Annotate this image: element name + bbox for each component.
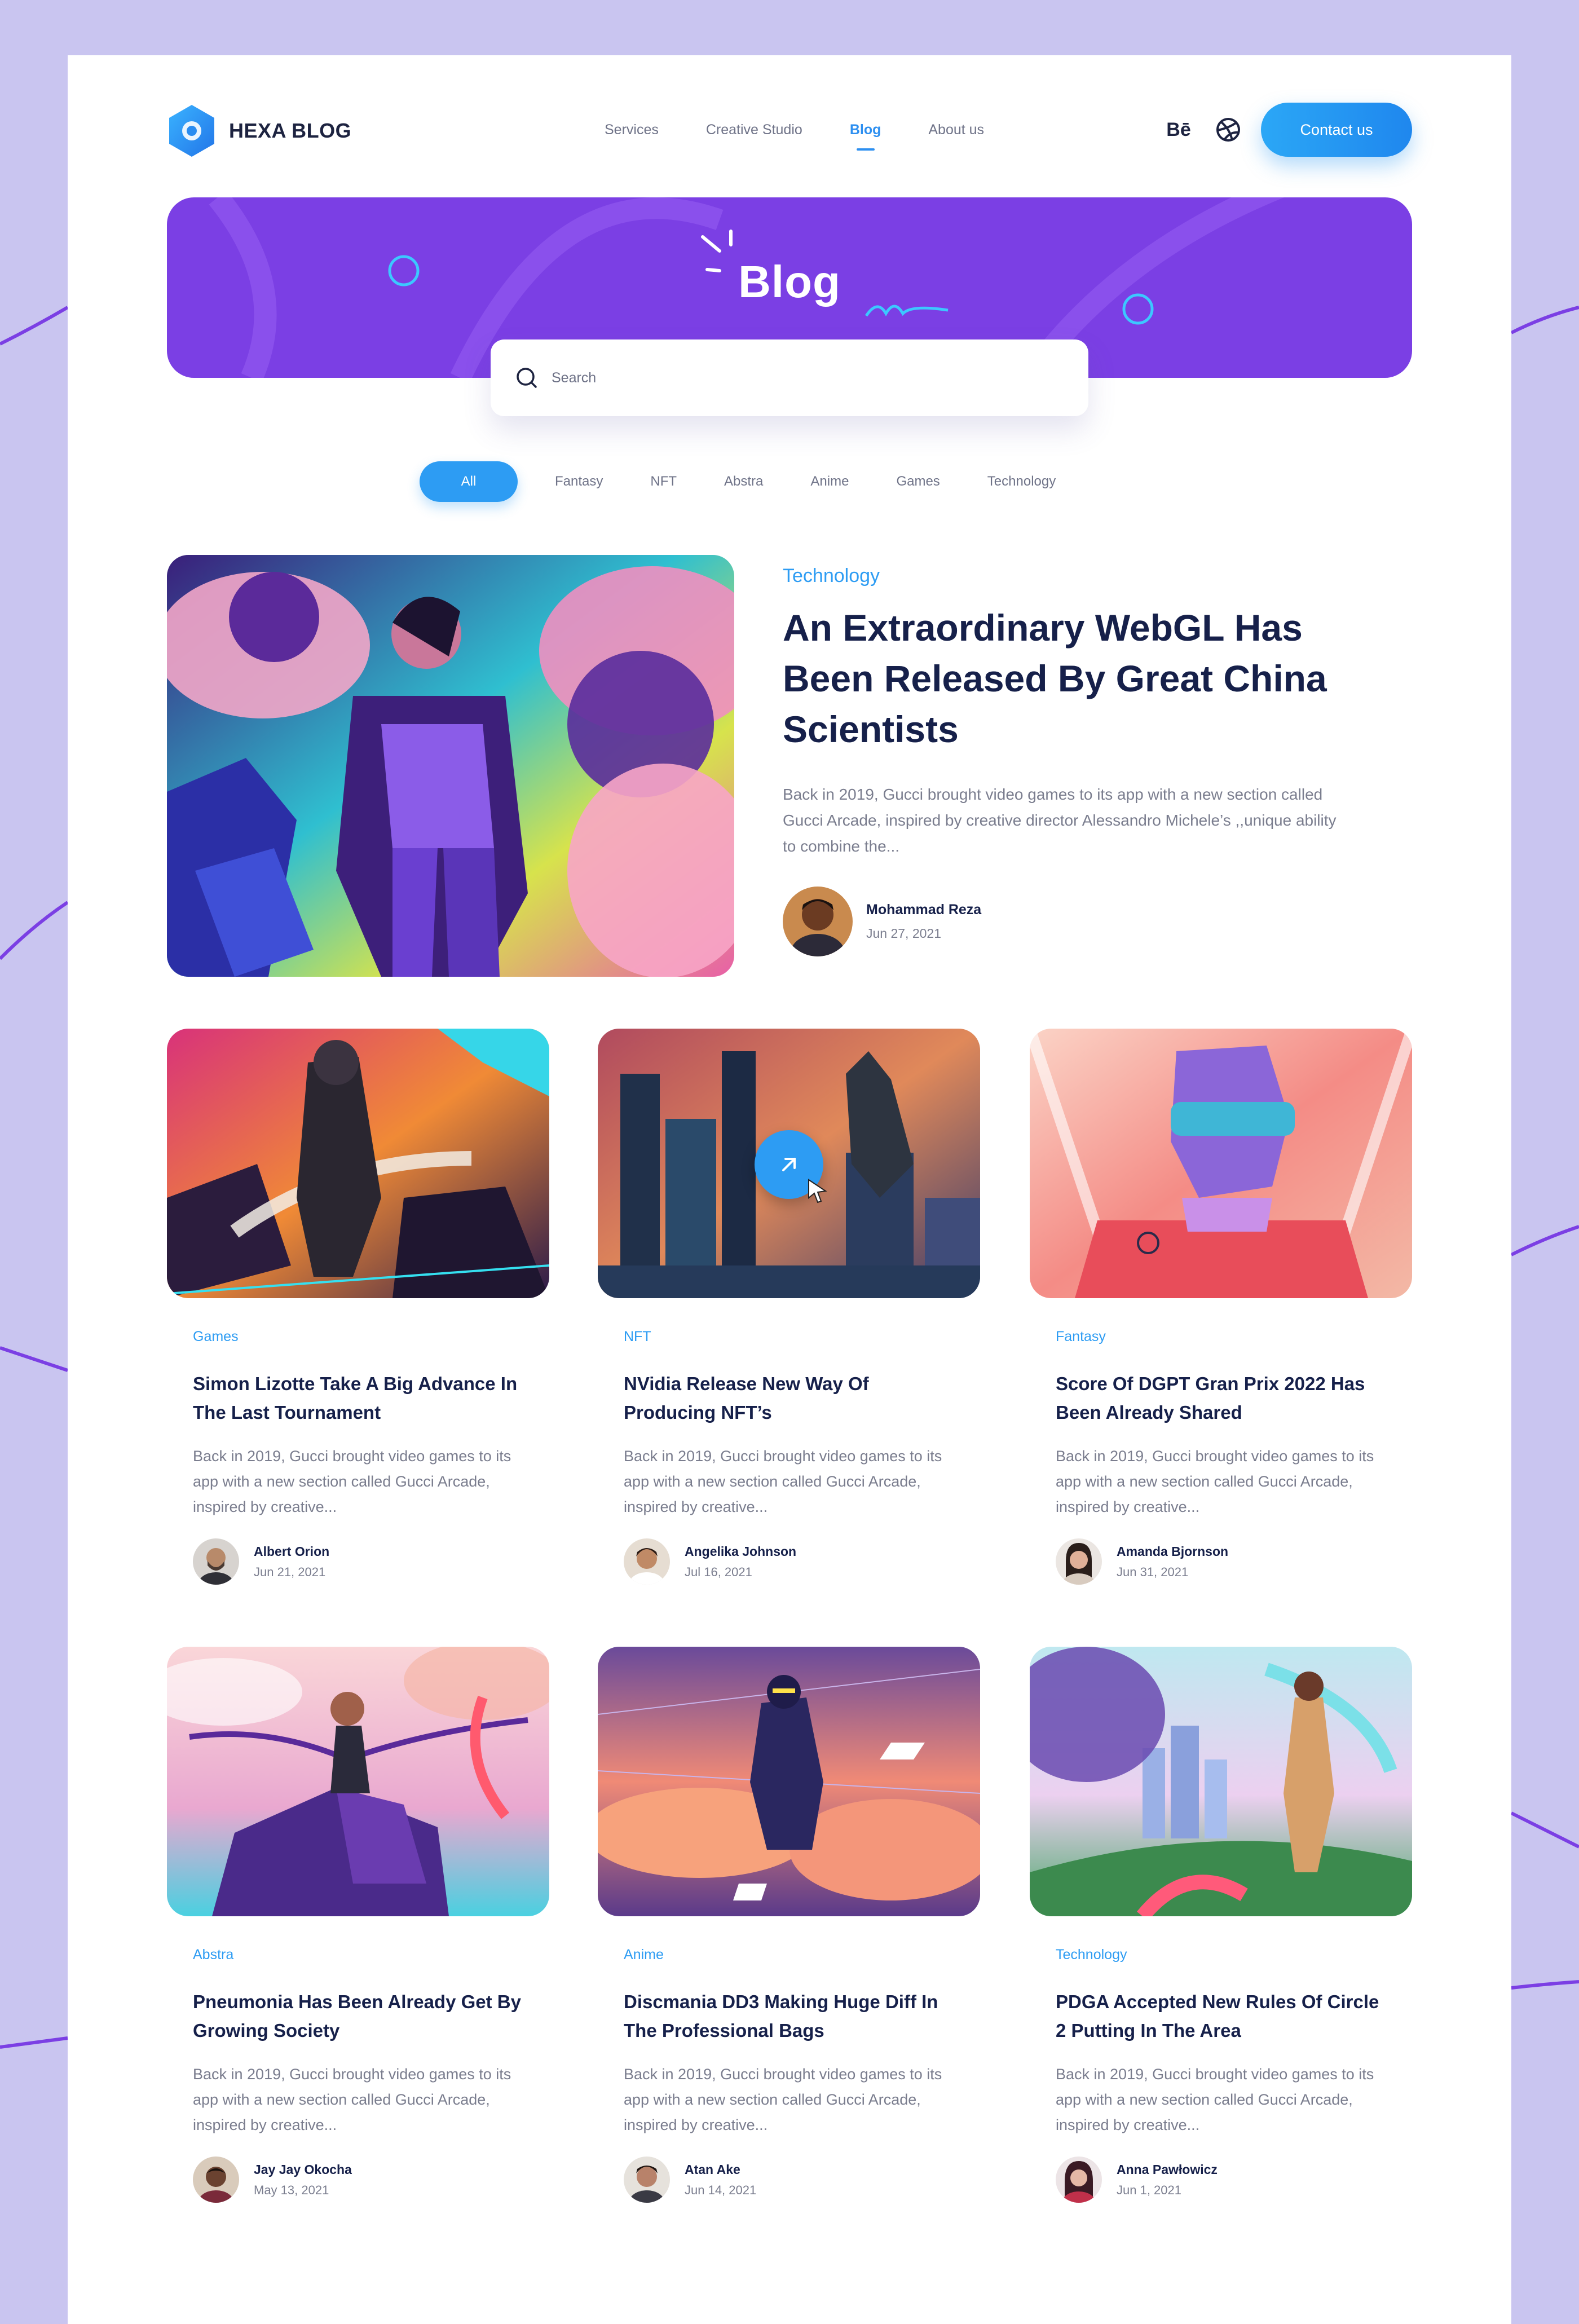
author-name: Anna Pawłowicz — [1117, 2162, 1218, 2177]
post-category[interactable]: Abstra — [193, 1947, 233, 1963]
post-image[interactable] — [598, 1029, 980, 1298]
post-image[interactable] — [598, 1647, 980, 1916]
page-container: HEXA BLOG Services Creative Studio Blog … — [68, 55, 1511, 2324]
avatar — [1056, 2157, 1102, 2203]
post-image[interactable] — [1030, 1029, 1412, 1298]
post-date: May 13, 2021 — [254, 2182, 329, 2197]
avatar — [624, 1538, 670, 1585]
behance-icon[interactable]: Bē — [1163, 114, 1194, 145]
search-bar[interactable] — [491, 339, 1088, 416]
avatar — [193, 1538, 239, 1585]
brand-logo[interactable]: HEXA BLOG — [167, 104, 351, 158]
author-name: Atan Ake — [685, 2162, 740, 2177]
author-name: Albert Orion — [254, 1544, 330, 1559]
search-input[interactable] — [552, 369, 1059, 386]
brand-name: HEXA BLOG — [229, 119, 352, 142]
filter-nft[interactable]: NFT — [650, 474, 677, 490]
main-nav: Services Creative Studio Blog About us — [605, 122, 1031, 151]
post-title[interactable]: NVidia Release New Way Of Producing NFT’… — [624, 1369, 962, 1427]
post-image[interactable] — [167, 1647, 549, 1916]
post-card[interactable]: Technology PDGA Accepted New Rules Of Ci… — [1030, 1647, 1412, 2233]
featured-author: Mohammad Reza Jun 27, 2021 — [783, 887, 981, 956]
post-card[interactable]: NFT NVidia Release New Way Of Producing … — [598, 1029, 980, 1615]
dribbble-icon[interactable] — [1212, 114, 1244, 145]
post-excerpt: Back in 2019, Gucci brought video games … — [624, 1448, 942, 1515]
post-date: Jun 14, 2021 — [685, 2182, 757, 2197]
filter-technology[interactable]: Technology — [987, 474, 1056, 490]
avatar — [783, 887, 853, 956]
post-image[interactable] — [167, 1029, 549, 1298]
post-excerpt: Back in 2019, Gucci brought video games … — [1056, 2066, 1374, 2133]
post-image[interactable] — [1030, 1647, 1412, 1916]
mouse-cursor-icon — [808, 1179, 827, 1203]
post-excerpt: Back in 2019, Gucci brought video games … — [193, 2066, 511, 2133]
filter-fantasy[interactable]: Fantasy — [555, 474, 603, 490]
avatar — [1056, 1538, 1102, 1585]
featured-post-image[interactable] — [167, 555, 734, 977]
nav-creative-studio[interactable]: Creative Studio — [706, 122, 802, 138]
post-title[interactable]: Score Of DGPT Gran Prix 2022 Has Been Al… — [1056, 1369, 1394, 1427]
post-category[interactable]: Anime — [624, 1947, 664, 1963]
featured-excerpt: Back in 2019, Gucci brought video games … — [783, 786, 1337, 855]
search-icon — [517, 368, 537, 388]
filter-games[interactable]: Games — [896, 474, 940, 490]
post-title[interactable]: Pneumonia Has Been Already Get By Growin… — [193, 1987, 531, 2045]
post-card[interactable]: Games Simon Lizotte Take A Big Advance I… — [167, 1029, 549, 1615]
post-category[interactable]: Fantasy — [1056, 1329, 1106, 1345]
hexagon-logo-icon — [169, 105, 214, 157]
featured-title[interactable]: An Extraordinary WebGL Has Been Released… — [783, 602, 1347, 755]
post-excerpt: Back in 2019, Gucci brought video games … — [1056, 1448, 1374, 1515]
post-author: Amanda Bjornson Jun 31, 2021 — [1056, 1538, 1228, 1585]
post-card[interactable]: Anime Discmania DD3 Making Huge Diff In … — [598, 1647, 980, 2233]
nav-services[interactable]: Services — [605, 122, 659, 138]
filter-all[interactable]: All — [420, 461, 518, 502]
post-author: Jay Jay Okocha May 13, 2021 — [193, 2157, 352, 2203]
hero-title: Blog — [738, 257, 841, 307]
post-card[interactable]: Abstra Pneumonia Has Been Already Get By… — [167, 1647, 549, 2233]
post-title[interactable]: PDGA Accepted New Rules Of Circle 2 Putt… — [1056, 1987, 1394, 2045]
post-date: Jun 31, 2021 — [1117, 1564, 1189, 1579]
post-title[interactable]: Simon Lizotte Take A Big Advance In The … — [193, 1369, 531, 1427]
author-name: Mohammad Reza — [866, 902, 982, 918]
post-author: Atan Ake Jun 14, 2021 — [624, 2157, 756, 2203]
post-author: Albert Orion Jun 21, 2021 — [193, 1538, 329, 1585]
post-category[interactable]: NFT — [624, 1329, 651, 1345]
filter-anime[interactable]: Anime — [810, 474, 849, 490]
nav-blog[interactable]: Blog — [850, 122, 881, 151]
post-author: Anna Pawłowicz Jun 1, 2021 — [1056, 2157, 1218, 2203]
post-author: Angelika Johnson Jul 16, 2021 — [624, 1538, 796, 1585]
category-filters: All Fantasy NFT Abstra Anime Games Techn… — [420, 461, 1103, 502]
post-date: Jun 1, 2021 — [1117, 2182, 1181, 2197]
post-category[interactable]: Technology — [1056, 1947, 1127, 1963]
avatar — [193, 2157, 239, 2203]
post-date: Jul 16, 2021 — [685, 1564, 752, 1579]
post-excerpt: Back in 2019, Gucci brought video games … — [193, 1448, 511, 1515]
post-excerpt: Back in 2019, Gucci brought video games … — [624, 2066, 942, 2133]
post-date: Jun 27, 2021 — [866, 926, 942, 941]
author-name: Amanda Bjornson — [1117, 1544, 1229, 1559]
contact-us-button[interactable]: Contact us — [1261, 103, 1412, 157]
featured-category[interactable]: Technology — [783, 565, 880, 587]
filter-abstra[interactable]: Abstra — [724, 474, 763, 490]
post-title[interactable]: Discmania DD3 Making Huge Diff In The Pr… — [624, 1987, 962, 2045]
arrow-up-right-icon — [782, 1158, 796, 1171]
nav-about-us[interactable]: About us — [928, 122, 984, 138]
post-category[interactable]: Games — [193, 1329, 239, 1345]
author-name: Jay Jay Okocha — [254, 2162, 352, 2177]
post-card[interactable]: Fantasy Score Of DGPT Gran Prix 2022 Has… — [1030, 1029, 1412, 1615]
author-name: Angelika Johnson — [685, 1544, 797, 1559]
post-date: Jun 21, 2021 — [254, 1564, 326, 1579]
avatar — [624, 2157, 670, 2203]
